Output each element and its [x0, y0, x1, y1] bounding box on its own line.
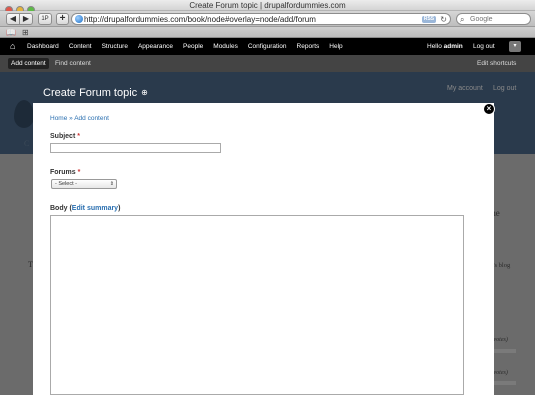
overlay-title: Create Forum topic ⊕	[43, 87, 148, 99]
address-bar[interactable]: http://drupalfordummies.com/book/node#ov…	[71, 13, 451, 25]
select-arrows-icon: ⇕	[109, 181, 114, 187]
back-button[interactable]: ◀	[6, 13, 20, 25]
home-icon[interactable]: ⌂	[10, 41, 15, 51]
background-my-account-link: My account	[447, 85, 483, 92]
admin-menu-configuration[interactable]: Configuration	[248, 38, 287, 55]
rss-icon[interactable]: RSS	[422, 16, 436, 23]
window-titlebar: Create Forum topic | drupalfordummies.co…	[0, 0, 535, 14]
bookmarks-bar: 📖 ⊞	[0, 27, 535, 38]
admin-menu-people[interactable]: People	[183, 38, 203, 55]
required-marker: *	[77, 133, 80, 140]
admin-menu: Dashboard Content Structure Appearance P…	[27, 38, 353, 55]
username-link[interactable]: admin	[444, 43, 463, 50]
reload-icon[interactable]: ↻	[440, 14, 447, 25]
bookmarks-icon[interactable]: 📖	[6, 28, 16, 37]
background-tab-fragment: C	[24, 139, 30, 148]
admin-menu-content[interactable]: Content	[69, 38, 92, 55]
background-logout-link: Log out	[493, 85, 517, 92]
top-sites-grid-icon[interactable]: ⊞	[22, 28, 29, 37]
add-shortcut-icon[interactable]: ⊕	[141, 88, 148, 97]
admin-toolbar: ⌂ Dashboard Content Structure Appearance…	[0, 38, 535, 55]
add-bookmark-button[interactable]: +	[56, 13, 69, 25]
breadcrumb[interactable]: Home » Add content	[50, 115, 109, 122]
forums-label: Forums *	[50, 169, 80, 176]
forward-button[interactable]: ▶	[19, 13, 33, 25]
shortcut-bar: Add content Find content Edit shortcuts	[0, 55, 535, 72]
search-icon: ⌕	[460, 15, 465, 24]
forums-label-text: Forums	[50, 169, 76, 176]
drupal-logo	[14, 100, 34, 128]
forums-select[interactable]: - Select - ⇕	[51, 179, 117, 189]
search-input[interactable]	[470, 15, 528, 24]
address-text: http://drupalfordummies.com/book/node#ov…	[84, 15, 316, 24]
required-marker: *	[77, 169, 81, 176]
logout-link[interactable]: Log out	[473, 38, 495, 55]
edit-shortcuts-link[interactable]: Edit shortcuts	[477, 55, 516, 72]
body-label-text: Body	[50, 205, 68, 212]
admin-menu-dashboard[interactable]: Dashboard	[27, 38, 59, 55]
tabs-button[interactable]: 1P	[38, 13, 52, 25]
window-title: Create Forum topic | drupalfordummies.co…	[189, 1, 346, 10]
body-label: Body (Edit summary)	[50, 205, 120, 212]
search-box[interactable]: ⌕	[456, 13, 531, 25]
greeting-prefix: Hello	[427, 43, 444, 50]
subject-label-text: Subject	[50, 133, 76, 140]
admin-menu-reports[interactable]: Reports	[297, 38, 320, 55]
close-overlay-icon[interactable]: ×	[483, 103, 495, 115]
browser-toolbar: ◀ ▶ 1P + http://drupalfordummies.com/boo…	[0, 11, 535, 27]
admin-menu-appearance[interactable]: Appearance	[138, 38, 173, 55]
admin-menu-structure[interactable]: Structure	[102, 38, 128, 55]
admin-menu-modules[interactable]: Modules	[213, 38, 238, 55]
subject-field[interactable]	[50, 143, 221, 153]
edit-summary-link[interactable]: Edit summary	[72, 205, 118, 212]
user-greeting: Hello admin	[427, 38, 463, 55]
site-favicon-icon	[75, 15, 83, 23]
find-content-shortcut[interactable]: Find content	[55, 55, 91, 72]
body-textarea[interactable]	[50, 215, 464, 395]
body-link-close: )	[118, 205, 121, 212]
forums-selected-value: - Select -	[55, 181, 78, 187]
overlay-title-text: Create Forum topic	[43, 87, 138, 99]
toggle-shortcuts-button[interactable]: ▾	[509, 41, 521, 52]
admin-menu-help[interactable]: Help	[329, 38, 342, 55]
add-content-shortcut[interactable]: Add content	[8, 58, 49, 69]
subject-label: Subject *	[50, 133, 80, 140]
